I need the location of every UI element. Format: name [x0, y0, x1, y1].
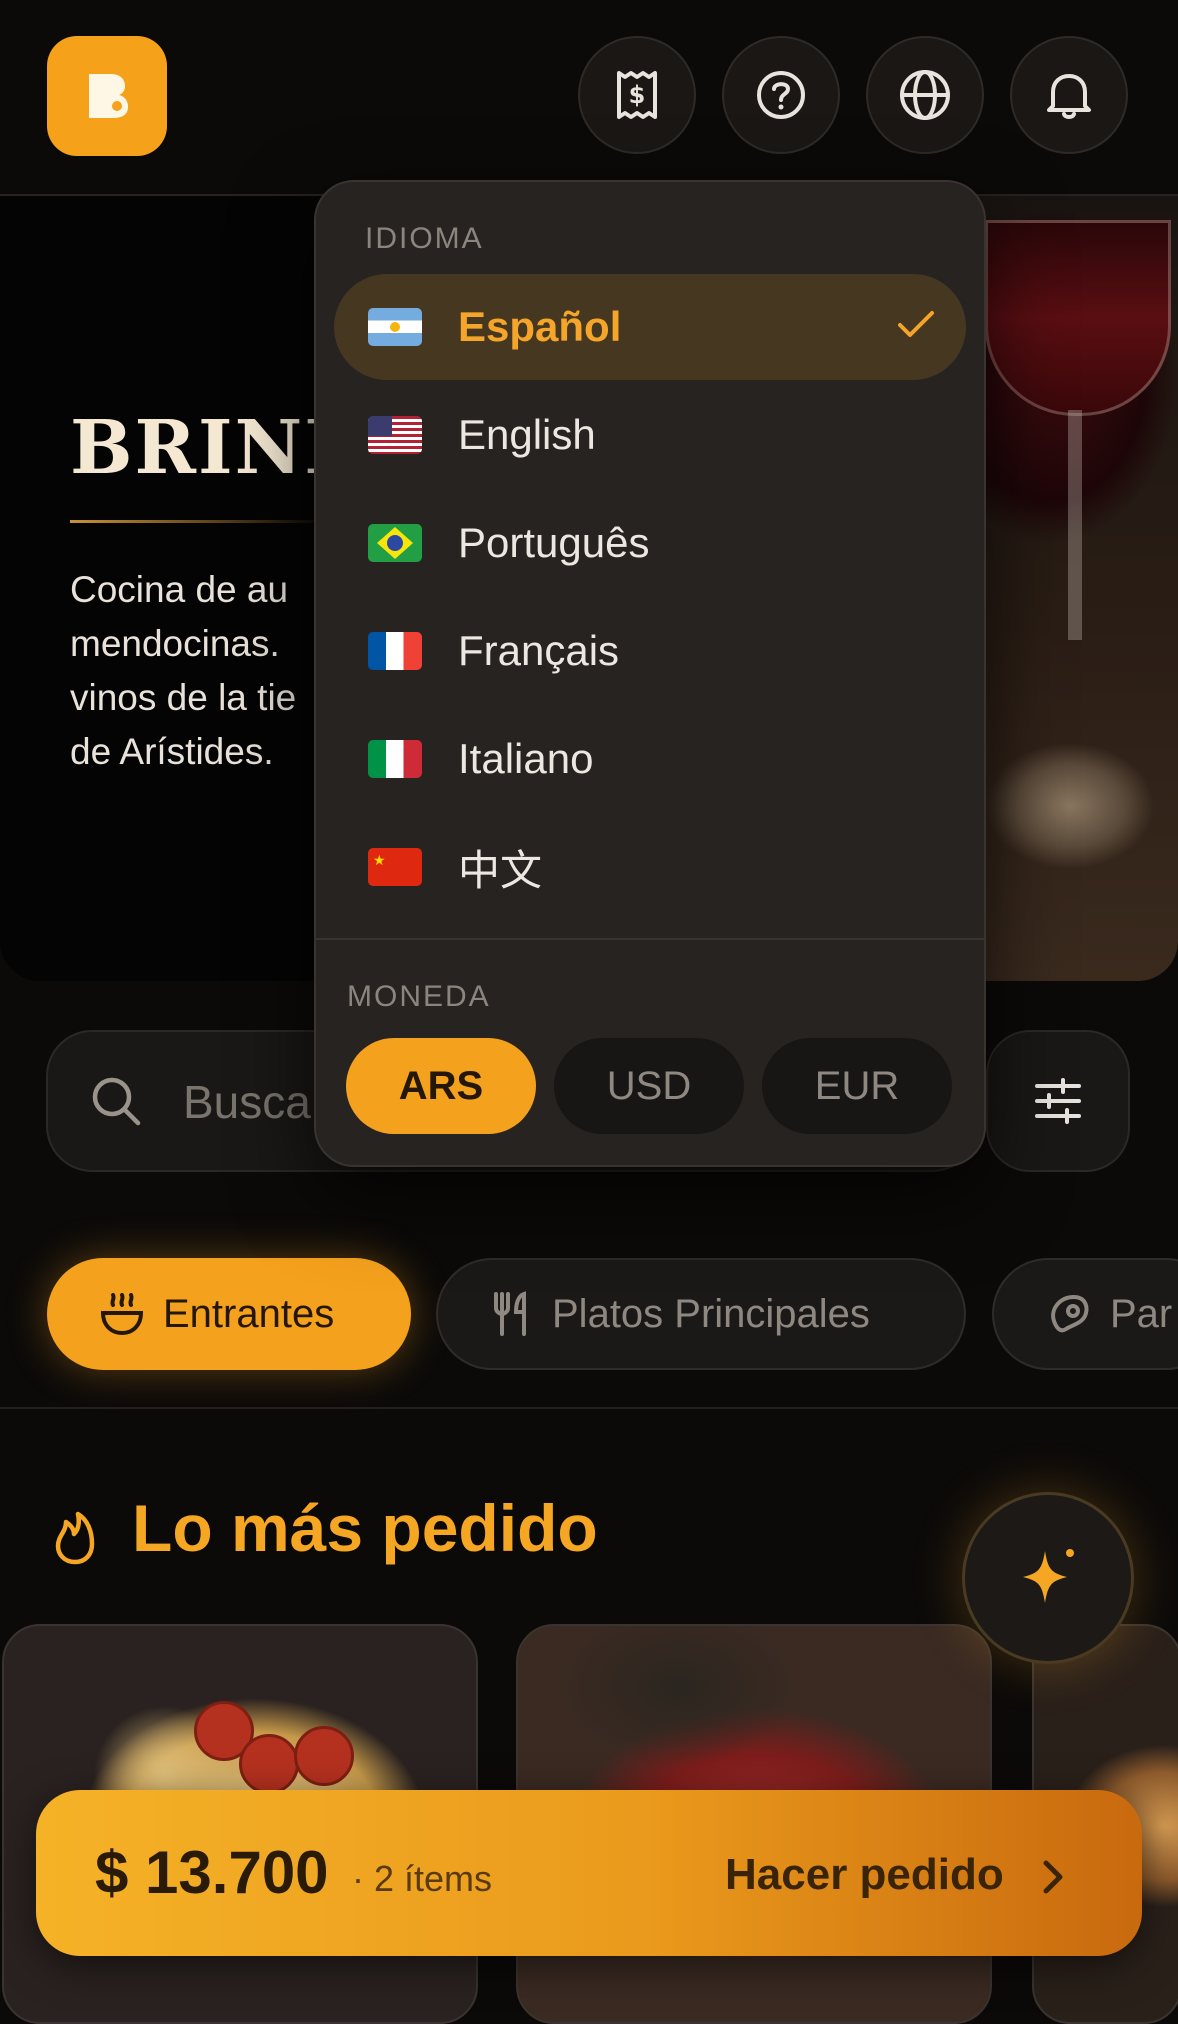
- notifications-button[interactable]: [1010, 36, 1128, 154]
- currency-option-usd[interactable]: USD: [554, 1038, 744, 1134]
- currency-option-ars[interactable]: ARS: [346, 1038, 536, 1134]
- filter-button[interactable]: [986, 1030, 1130, 1172]
- checkmark-icon: [898, 311, 934, 337]
- ai-assistant-button[interactable]: [962, 1492, 1134, 1664]
- search-placeholder: Busca: [183, 1076, 311, 1128]
- wine-glass-stem: [1068, 410, 1082, 640]
- category-label: Par: [1110, 1291, 1173, 1336]
- place-order-button[interactable]: Hacer pedido: [725, 1850, 1004, 1900]
- dropdown-separator: [314, 938, 986, 940]
- language-option-espanol[interactable]: Español: [334, 274, 966, 380]
- help-icon: [757, 71, 805, 119]
- receipt-icon: $: [617, 71, 657, 119]
- section-divider: [0, 1407, 1178, 1409]
- order-item-count: · 2 ítems: [352, 1858, 493, 1899]
- language-label: Italiano: [458, 735, 594, 782]
- language-label: Português: [458, 519, 650, 566]
- language-heading: IDIOMA: [365, 222, 484, 255]
- chevron-right-icon: [1043, 1860, 1063, 1894]
- language-label: Español: [458, 303, 622, 350]
- order-total: $ 13.700: [95, 1839, 329, 1906]
- language-button[interactable]: [866, 36, 984, 154]
- language-option-portugues[interactable]: Português: [334, 490, 966, 596]
- tomato-topping: [239, 1734, 299, 1794]
- category-label: Entrantes: [163, 1291, 335, 1336]
- wine-glass-image: [985, 220, 1171, 416]
- language-label: 中文: [458, 846, 543, 894]
- currency-option-eur[interactable]: EUR: [762, 1038, 952, 1134]
- flag-italy-icon: [368, 740, 422, 778]
- category-entrantes[interactable]: Entrantes: [47, 1258, 411, 1370]
- cutlery-icon: [494, 1291, 526, 1336]
- tomato-topping: [294, 1726, 354, 1786]
- language-label: English: [458, 411, 596, 458]
- section-title: Lo más pedido: [132, 1491, 598, 1565]
- language-option-italiano[interactable]: Italiano: [334, 706, 966, 812]
- bell-icon: [1047, 74, 1091, 119]
- category-label: Platos Principales: [552, 1291, 870, 1336]
- language-label: Français: [458, 627, 620, 674]
- meat-icon: [1051, 1294, 1089, 1333]
- category-platos-principales[interactable]: Platos Principales: [436, 1258, 966, 1370]
- receipt-button[interactable]: $: [578, 36, 696, 154]
- language-option-chinese[interactable]: ★ 中文: [334, 814, 966, 920]
- logo-b-icon: [89, 74, 128, 118]
- flag-usa-icon: [368, 416, 422, 454]
- flag-argentina-icon: [368, 308, 422, 346]
- search-icon: [92, 1077, 141, 1126]
- flag-france-icon: [368, 632, 422, 670]
- flame-icon: [55, 1511, 95, 1565]
- svg-text:$: $: [629, 81, 646, 109]
- help-button[interactable]: [722, 36, 840, 154]
- category-par[interactable]: Par: [992, 1258, 1178, 1370]
- hero-divider: [70, 520, 330, 523]
- currency-heading: MONEDA: [347, 980, 491, 1013]
- flag-china-icon: ★: [368, 848, 422, 886]
- pot-icon: [100, 1293, 144, 1336]
- sparkle-icon: [1023, 1549, 1074, 1603]
- language-option-francais[interactable]: Français: [334, 598, 966, 704]
- sliders-icon: [1035, 1078, 1081, 1124]
- language-option-english[interactable]: English: [334, 382, 966, 488]
- globe-icon: [900, 70, 950, 120]
- app-logo[interactable]: [47, 36, 167, 156]
- flag-brazil-icon: [368, 524, 422, 562]
